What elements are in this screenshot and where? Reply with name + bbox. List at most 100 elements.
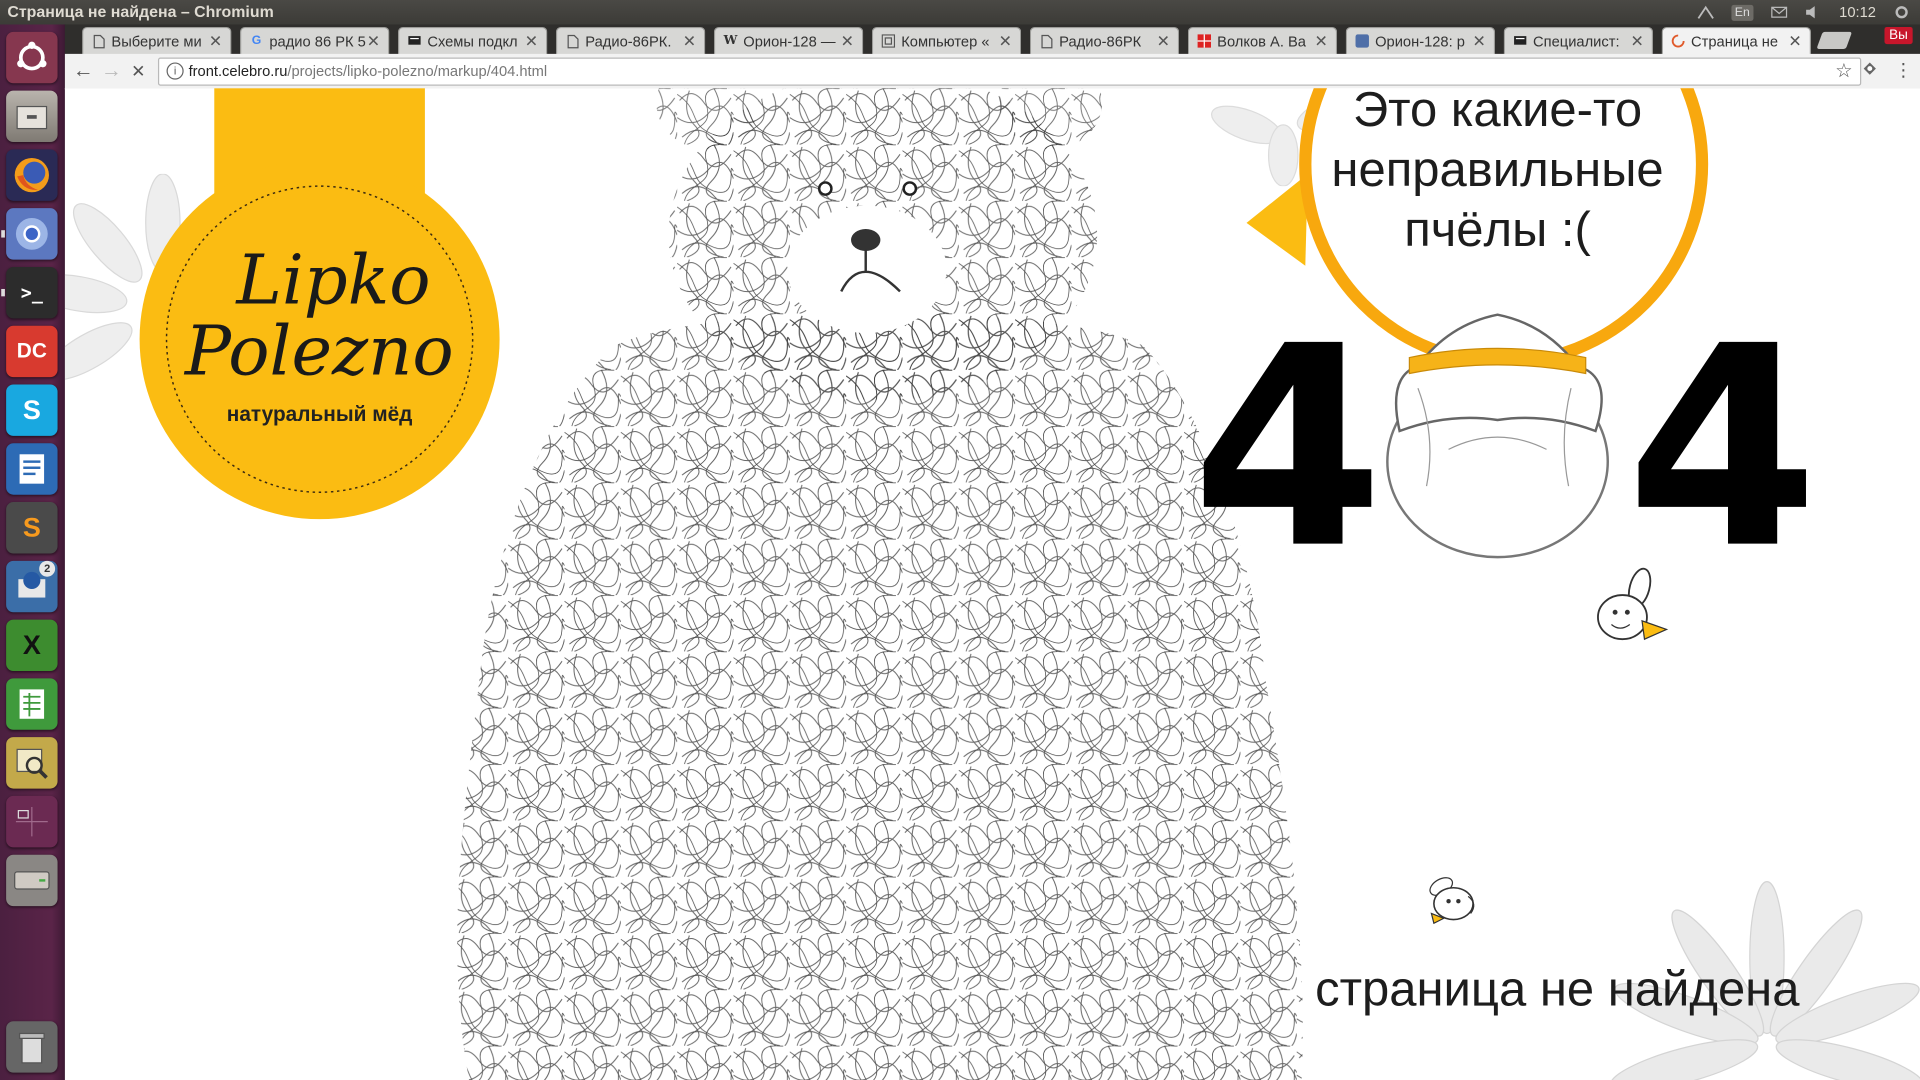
writer-icon[interactable] bbox=[6, 443, 58, 495]
tab-close-icon[interactable]: ✕ bbox=[998, 32, 1013, 52]
red-grid-icon bbox=[1197, 34, 1212, 49]
bee-icon bbox=[1429, 877, 1475, 925]
tab-active[interactable]: Страница не ✕ bbox=[1661, 26, 1812, 56]
speech-bubble-text: Это какие-то неправильные пчёлы :( bbox=[1302, 88, 1694, 261]
keyboard-icon bbox=[408, 34, 421, 49]
tab[interactable]: Орион-128: р ✕ bbox=[1345, 26, 1496, 56]
tab-label: Орион-128 — bbox=[743, 33, 836, 51]
ubuntu-dash-icon[interactable] bbox=[6, 31, 58, 84]
bear-eye-right bbox=[902, 181, 918, 196]
keyboard-layout-indicator[interactable]: En bbox=[1731, 4, 1754, 21]
forum-icon bbox=[1355, 34, 1369, 49]
files-icon[interactable] bbox=[6, 90, 58, 143]
page-icon bbox=[92, 34, 105, 49]
running-indicator bbox=[1, 288, 5, 297]
thunderbird-icon[interactable]: 2 bbox=[6, 560, 58, 613]
speech-line: неправильные bbox=[1331, 143, 1664, 198]
volume-icon[interactable] bbox=[1805, 5, 1822, 20]
tab-close-icon[interactable]: ✕ bbox=[1314, 32, 1329, 52]
bear-nose bbox=[851, 228, 881, 252]
bear-illustration bbox=[457, 88, 1303, 1080]
tab-close-icon[interactable]: ✕ bbox=[840, 32, 855, 52]
wikipedia-icon: W bbox=[723, 34, 738, 48]
mail-icon[interactable] bbox=[1771, 5, 1788, 20]
new-tab-button[interactable] bbox=[1816, 31, 1853, 49]
drive-icon[interactable] bbox=[6, 854, 58, 907]
back-button[interactable]: ← bbox=[71, 59, 95, 83]
menu-button[interactable]: ⋮ bbox=[1894, 59, 1912, 81]
settings-gear-icon[interactable] bbox=[1893, 5, 1910, 20]
unread-count-badge: 2 bbox=[39, 560, 56, 577]
frame-icon bbox=[881, 34, 896, 49]
workspace-switcher-icon[interactable] bbox=[6, 795, 58, 848]
tab-close-icon[interactable]: ✕ bbox=[1788, 32, 1803, 52]
honey-jar-icon bbox=[1386, 313, 1609, 559]
tab-close-icon[interactable]: ✕ bbox=[1630, 32, 1645, 52]
tab[interactable]: Радио-86РК. ✕ bbox=[555, 26, 706, 56]
logo-text-polezno: Polezno bbox=[184, 312, 454, 392]
os-top-panel: Страница не найдена – Chromium En 10:12 bbox=[0, 0, 1920, 25]
tab-label: Орион-128: р bbox=[1375, 33, 1465, 51]
forward-button[interactable]: → bbox=[99, 59, 123, 83]
bookmark-star-icon[interactable]: ☆ bbox=[1835, 59, 1853, 83]
sublime-icon[interactable]: S bbox=[6, 502, 58, 554]
tab-label: Схемы подкл bbox=[427, 33, 518, 51]
screen: Страница не найдена – Chromium En 10:12 bbox=[0, 0, 1920, 1080]
bear-eye-left bbox=[817, 181, 833, 196]
window-title: Страница не найдена – Chromium bbox=[7, 2, 274, 21]
tab-close-icon[interactable]: ✕ bbox=[208, 32, 223, 52]
clock[interactable]: 10:12 bbox=[1839, 4, 1876, 21]
speech-line: пчёлы :( bbox=[1404, 203, 1591, 258]
page-not-found-message: страница не найдена bbox=[1315, 962, 1800, 1017]
loading-spinner-icon bbox=[1671, 34, 1685, 49]
site-info-icon[interactable]: i bbox=[166, 62, 184, 80]
tab-close-icon[interactable]: ✕ bbox=[366, 32, 381, 52]
tab[interactable]: G радио 86 РК 5 ✕ bbox=[240, 26, 390, 56]
logo-text-lipko: Lipko bbox=[236, 241, 431, 321]
tab-close-icon[interactable]: ✕ bbox=[1156, 32, 1171, 52]
terminal-icon[interactable]: >_ bbox=[6, 266, 58, 319]
tab[interactable]: Схемы подкл ✕ bbox=[397, 26, 548, 56]
tab-label: Специалист: bbox=[1533, 33, 1620, 51]
google-icon: G bbox=[251, 34, 262, 48]
trash-icon[interactable] bbox=[6, 1021, 58, 1073]
skype-icon[interactable]: S bbox=[6, 384, 58, 436]
extension-icon[interactable] bbox=[1860, 59, 1880, 83]
tab[interactable]: Радио-86РК ✕ bbox=[1029, 26, 1180, 56]
tab[interactable]: Выберите ми ✕ bbox=[82, 26, 232, 56]
tab[interactable]: Волков А. Ва ✕ bbox=[1187, 26, 1338, 56]
tab-label: радио 86 РК 5 bbox=[269, 33, 366, 51]
tab-close-icon[interactable]: ✕ bbox=[524, 32, 539, 52]
firefox-icon[interactable] bbox=[6, 149, 58, 201]
calc-icon[interactable] bbox=[6, 678, 58, 730]
image-viewer-icon[interactable] bbox=[6, 737, 58, 789]
error-digit-left: 4 bbox=[1191, 287, 1384, 610]
tab-label: Компьютер « bbox=[901, 33, 990, 51]
stop-button[interactable]: ✕ bbox=[126, 59, 150, 83]
tab[interactable]: W Орион-128 — ✕ bbox=[713, 26, 864, 56]
tab-label: Радио-86РК bbox=[1059, 33, 1142, 51]
url-text[interactable]: front.celebro.ru/projects/lipko-polezno/… bbox=[189, 62, 548, 79]
session-indicator[interactable]: Вы bbox=[1884, 26, 1913, 45]
error-digit-right: 4 bbox=[1626, 287, 1819, 610]
running-indicator bbox=[1, 230, 5, 238]
system-tray: En 10:12 bbox=[1697, 0, 1920, 24]
bear-body bbox=[457, 313, 1303, 1080]
xmind-icon[interactable]: X bbox=[6, 619, 58, 672]
address-bar[interactable]: i front.celebro.ru/projects/lipko-polezn… bbox=[157, 57, 1862, 86]
browser-toolbar: ← → ✕ i front.celebro.ru/projects/lipko-… bbox=[64, 53, 1920, 90]
chromium-icon[interactable] bbox=[6, 208, 58, 260]
tab-close-icon[interactable]: ✕ bbox=[1472, 32, 1487, 52]
speech-line: Это какие-то bbox=[1352, 88, 1643, 138]
tab[interactable]: Специалист: ✕ bbox=[1503, 26, 1654, 56]
bee-icon bbox=[1597, 567, 1669, 641]
network-icon[interactable] bbox=[1697, 5, 1714, 20]
doublecmd-icon[interactable]: DC bbox=[6, 325, 58, 378]
tab-label: Радио-86РК. bbox=[585, 33, 672, 51]
logo-subtitle: натуральный мёд bbox=[226, 402, 413, 427]
tab-close-icon[interactable]: ✕ bbox=[682, 32, 697, 52]
tab-label: Выберите ми bbox=[111, 33, 202, 51]
tab-strip: Выберите ми ✕ G радио 86 РК 5 ✕ Схемы по… bbox=[64, 24, 1920, 56]
tab[interactable]: Компьютер « ✕ bbox=[871, 26, 1022, 56]
page-icon bbox=[1040, 34, 1053, 49]
